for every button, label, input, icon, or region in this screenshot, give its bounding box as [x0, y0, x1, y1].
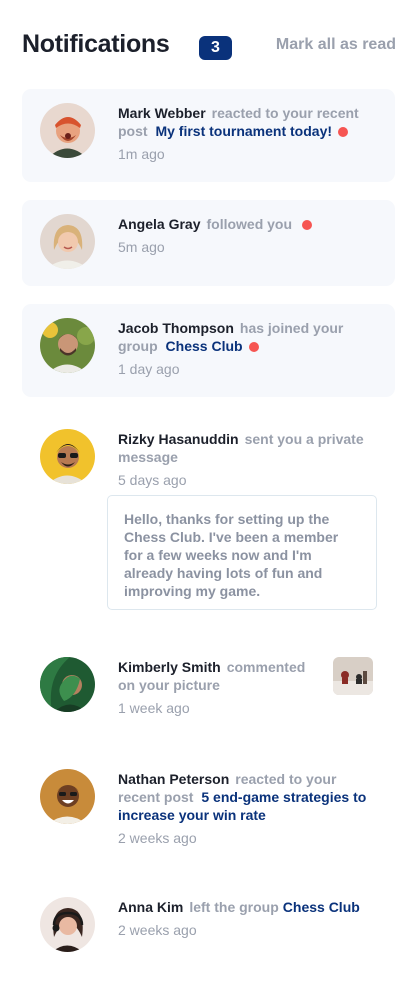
page-title: Notifications — [22, 30, 170, 58]
notification-time: 5m ago — [118, 239, 165, 255]
avatar-mark-webber[interactable] — [40, 103, 95, 158]
notification-name[interactable]: Mark Webber — [118, 105, 206, 121]
notification-name[interactable]: Rizky Hasanuddin — [118, 431, 239, 447]
notification-time: 1 day ago — [118, 361, 180, 377]
notification-item[interactable]: Rizky Hasanuddin sent you a private messa… — [22, 415, 395, 620]
avatar-nathan-peterson[interactable] — [40, 769, 95, 824]
notification-name[interactable]: Angela Gray — [118, 216, 200, 232]
notification-link[interactable]: Chess Club — [283, 899, 360, 915]
notification-name[interactable]: Kimberly Smith — [118, 659, 221, 675]
notification-time: 1 week ago — [118, 700, 190, 716]
notification-time: 5 days ago — [118, 472, 187, 488]
notification-item[interactable]: Angela Gray followed you 5m ago — [22, 200, 395, 286]
notification-link[interactable]: My first tournament today! — [155, 123, 332, 139]
header: Notifications 3 Mark all as read — [22, 30, 396, 64]
avatar-anna-kim[interactable] — [40, 897, 95, 952]
notification-time: 2 weeks ago — [118, 922, 197, 938]
notification-item[interactable]: Jacob Thompson has joined your group Ches… — [22, 304, 395, 397]
notification-name[interactable]: Anna Kim — [118, 899, 183, 915]
unread-dot — [248, 342, 259, 352]
notification-item[interactable]: Anna Kim left the group Chess Club 2 weeks… — [22, 883, 395, 973]
notification-name[interactable]: Nathan Peterson — [118, 771, 229, 787]
unread-dot — [338, 127, 349, 137]
notification-time: 2 weeks ago — [118, 830, 197, 846]
notification-time: 1m ago — [118, 146, 165, 162]
unread-count-badge: 3 — [199, 36, 232, 60]
commented-picture-thumbnail[interactable] — [333, 657, 373, 695]
notification-action: followed you — [206, 216, 293, 232]
notification-item[interactable]: Nathan Peterson reacted to your recent po… — [22, 755, 395, 865]
notification-item[interactable]: Kimberly Smith commented on your picture … — [22, 643, 395, 733]
avatar-kimberly-smith[interactable] — [40, 657, 95, 712]
mark-all-read-button[interactable]: Mark all as read — [276, 36, 396, 54]
private-message[interactable]: Hello, thanks for setting up the Chess C… — [107, 495, 377, 610]
avatar-angela-gray[interactable] — [40, 214, 95, 269]
notification-action: left the group — [189, 899, 279, 915]
notification-item[interactable]: Mark Webber reacted to your recent post M… — [22, 89, 395, 182]
notification-link[interactable]: Chess Club — [166, 338, 243, 354]
unread-dot — [302, 220, 313, 230]
avatar-jacob-thompson[interactable] — [40, 318, 95, 373]
notification-name[interactable]: Jacob Thompson — [118, 320, 234, 336]
avatar-rizky-hasanuddin[interactable] — [40, 429, 95, 484]
